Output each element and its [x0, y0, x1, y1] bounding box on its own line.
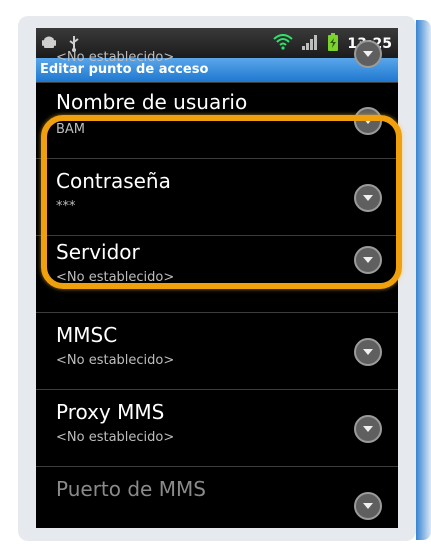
list-item-mms-proxy[interactable]: Proxy MMS <No establecido> — [36, 390, 398, 467]
list-item-mms-port[interactable]: Puerto de MMS — [36, 467, 398, 528]
highlight-outline — [41, 115, 402, 289]
setting-title: Puerto de MMS — [56, 477, 206, 501]
chevron-down-icon — [354, 338, 382, 366]
list-item[interactable]: <No establecido> — [36, 40, 398, 83]
setting-title: Nombre de usuario — [56, 90, 248, 114]
chevron-down-icon — [354, 40, 382, 68]
setting-value: <No establecido> — [56, 430, 175, 445]
setting-value: <No establecido> — [56, 353, 175, 368]
chevron-down-icon — [354, 492, 382, 520]
chevron-down-icon — [354, 415, 382, 443]
list-item-mmsc[interactable]: MMSC <No establecido> — [36, 313, 398, 390]
setting-value: <No establecido> — [56, 50, 175, 65]
frame-shadow — [416, 20, 431, 540]
setting-title: Proxy MMS — [56, 400, 165, 424]
setting-title: MMSC — [56, 323, 118, 347]
